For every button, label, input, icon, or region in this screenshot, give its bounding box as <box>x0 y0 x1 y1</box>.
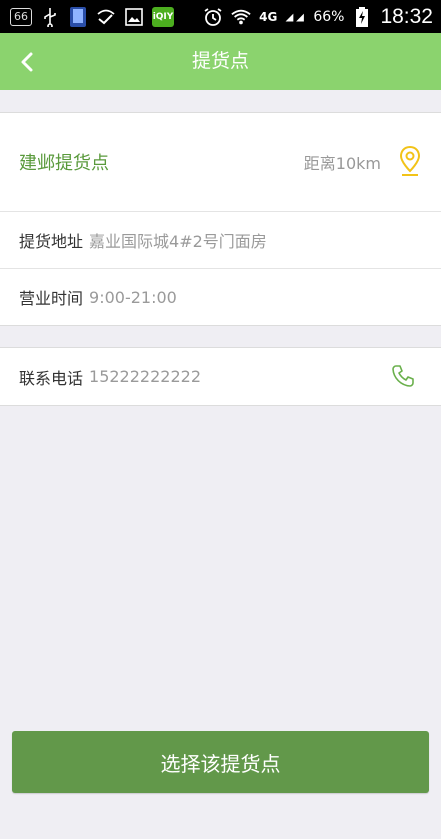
signal-icon <box>285 7 305 27</box>
alarm-icon <box>203 7 223 27</box>
phone-icon[interactable] <box>391 364 415 392</box>
contact-value: 15222222222 <box>89 367 201 386</box>
status-bar-right: 4G 66% 18:32 <box>203 5 433 29</box>
contact-label: 联系电话 <box>19 368 84 388</box>
store-distance: 距离10km <box>303 154 381 173</box>
page-title: 提货点 <box>191 50 249 72</box>
contact-row[interactable]: 联系电话 15222222222 <box>0 348 441 405</box>
gallery-icon <box>124 7 144 27</box>
network-type-4g: 4G <box>259 9 278 24</box>
sync-icon <box>96 7 116 27</box>
top-navigation-bar: 提货点 <box>0 33 441 90</box>
status-bar: 66 iQIY 4G 66% 18:32 <box>0 0 441 33</box>
usb-icon <box>40 7 60 27</box>
location-pin-icon[interactable] <box>399 145 421 181</box>
address-value: 嘉业国际城4#2号门面房 <box>89 232 267 251</box>
contact-card: 联系电话 15222222222 <box>0 347 441 406</box>
status-bar-left: 66 iQIY <box>10 6 174 27</box>
hours-row: 营业时间 9:00-21:00 <box>0 268 441 325</box>
store-name: 建邺提货点 <box>19 153 109 174</box>
battery-percent: 66% <box>313 8 345 25</box>
address-row: 提货地址 嘉业国际城4#2号门面房 <box>0 211 441 268</box>
address-label: 提货地址 <box>19 232 84 251</box>
clock-time: 18:32 <box>380 4 433 28</box>
phone-device-icon <box>68 6 88 27</box>
wifi-icon <box>231 7 251 27</box>
store-info-card: 建邺提货点 距离10km 提货地址 嘉业国际城4#2号门面房 营业时间 9:00… <box>0 112 441 326</box>
store-name-row: 建邺提货点 距离10km <box>0 113 441 211</box>
hours-value: 9:00-21:00 <box>89 287 177 307</box>
battery-icon <box>352 6 372 27</box>
notification-count-badge: 66 <box>10 7 32 26</box>
iqiyi-icon: iQIY <box>152 6 174 27</box>
select-pickup-point-button[interactable]: 选择该提货点 <box>12 731 429 793</box>
hours-label: 营业时间 <box>19 289 84 308</box>
